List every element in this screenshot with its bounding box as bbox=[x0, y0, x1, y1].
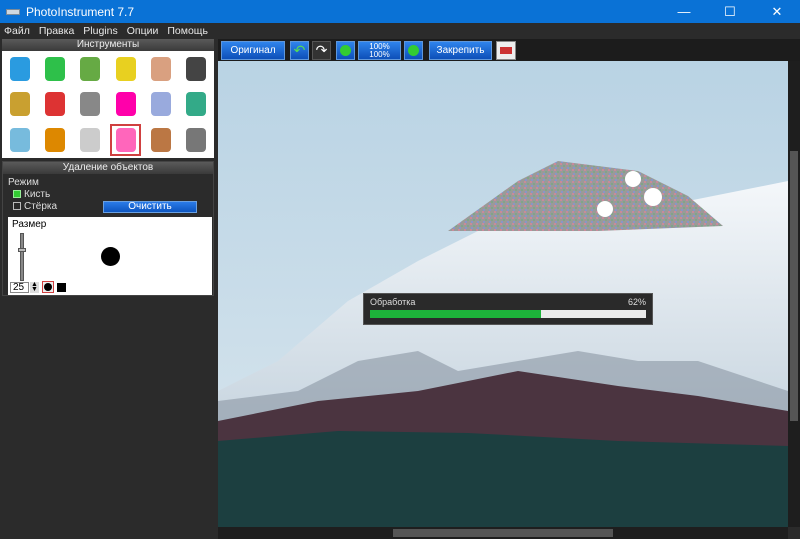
progress-fill bbox=[370, 310, 542, 318]
toolbar: Оригинал ↶ ↷ 100% 100% Закрепить bbox=[218, 39, 800, 61]
tool-eraser[interactable] bbox=[108, 122, 143, 158]
glass-icon bbox=[9, 128, 30, 153]
vertical-scroll-thumb[interactable] bbox=[790, 151, 798, 421]
menu-file[interactable]: Файл bbox=[4, 25, 30, 37]
zoom-level-bottom: 100% bbox=[369, 49, 390, 59]
clear-button[interactable]: Очистить bbox=[103, 201, 197, 213]
round-brush-button[interactable] bbox=[42, 281, 54, 293]
progress-percent: 62% bbox=[627, 297, 646, 307]
brush-preview bbox=[101, 247, 120, 266]
bottle-icon bbox=[44, 128, 65, 153]
brush-radio[interactable]: Кисть bbox=[13, 189, 50, 200]
vertical-scrollbar[interactable] bbox=[788, 61, 800, 527]
tool-cone[interactable] bbox=[37, 51, 72, 87]
tool-pencil[interactable] bbox=[73, 51, 108, 87]
left-panel: Инструменты Удаление объектов Режим Кист… bbox=[0, 39, 216, 539]
box-icon bbox=[150, 128, 171, 153]
progress-dialog: Обработка 62% bbox=[363, 293, 653, 325]
color-wheel-icon bbox=[44, 92, 65, 117]
horizontal-scrollbar[interactable] bbox=[218, 527, 788, 539]
zoom-out-button[interactable] bbox=[336, 41, 355, 60]
object-removal-panel: Удаление объектов Режим Кисть Стёрка Очи… bbox=[2, 161, 214, 296]
square-brush-button[interactable] bbox=[57, 283, 66, 292]
size-label: Размер bbox=[12, 219, 47, 230]
horizontal-scroll-thumb[interactable] bbox=[393, 529, 613, 537]
undo-icon: ↶ bbox=[293, 42, 306, 58]
menu-help[interactable]: Помощь bbox=[167, 25, 208, 37]
magnifier-plus-icon bbox=[408, 45, 419, 56]
brush-checkbox[interactable] bbox=[13, 190, 21, 199]
bulb-icon bbox=[80, 128, 101, 153]
size-spinner[interactable]: ▲ ▼ bbox=[30, 281, 39, 293]
image-canvas[interactable]: Обработка 62% bbox=[218, 61, 788, 527]
tool-gradient[interactable] bbox=[73, 87, 108, 123]
tools-grid bbox=[2, 51, 214, 158]
lines-icon bbox=[150, 92, 171, 117]
slider-thumb[interactable] bbox=[18, 248, 26, 252]
menu-bar: Файл Правка Plugins Опции Помощь bbox=[0, 23, 800, 39]
joystick-icon bbox=[186, 56, 207, 81]
text-layers-icon bbox=[186, 128, 207, 153]
eraser-icon bbox=[115, 128, 136, 153]
tool-text-layers[interactable] bbox=[179, 122, 214, 158]
window-title: PhotoInstrument 7.7 bbox=[26, 4, 135, 19]
tool-bulb[interactable] bbox=[73, 122, 108, 158]
menu-plugins[interactable]: Plugins bbox=[83, 25, 117, 37]
tool-shield[interactable] bbox=[2, 87, 37, 123]
magnifier-minus-icon bbox=[340, 45, 351, 56]
size-box: Размер 25 ▲ ▼ bbox=[8, 217, 212, 295]
size-slider[interactable] bbox=[18, 233, 26, 281]
tool-scissors[interactable] bbox=[179, 87, 214, 123]
scissors-icon bbox=[186, 92, 207, 117]
cone-icon bbox=[44, 56, 65, 81]
tool-bottle[interactable] bbox=[37, 122, 72, 158]
zoom-fit-button[interactable]: 100% 100% bbox=[358, 41, 401, 60]
redo-button[interactable]: ↷ bbox=[312, 41, 331, 60]
object-removal-title: Удаление объектов bbox=[3, 162, 213, 174]
tool-color-wheel[interactable] bbox=[37, 87, 72, 123]
close-button[interactable]: ✕ bbox=[754, 0, 800, 23]
tool-spectrum[interactable] bbox=[108, 87, 143, 123]
undo-button[interactable]: ↶ bbox=[290, 41, 309, 60]
zoom-in-button[interactable] bbox=[404, 41, 423, 60]
gradient-icon bbox=[80, 92, 101, 117]
eraser-label: Стёрка bbox=[24, 201, 58, 212]
tool-stamp[interactable] bbox=[108, 51, 143, 87]
brush-icon bbox=[150, 56, 171, 81]
tools-panel-title: Инструменты bbox=[2, 39, 214, 51]
tool-drop[interactable] bbox=[2, 51, 37, 87]
tool-glass[interactable] bbox=[2, 122, 37, 158]
menu-edit[interactable]: Правка bbox=[39, 25, 74, 37]
tool-lines[interactable] bbox=[143, 87, 178, 123]
pin-button[interactable]: Закрепить bbox=[429, 41, 492, 60]
app-icon bbox=[6, 8, 20, 15]
progress-label: Обработка bbox=[370, 297, 416, 307]
drop-icon bbox=[9, 56, 30, 81]
spectrum-icon bbox=[115, 92, 136, 117]
redo-icon: ↷ bbox=[315, 42, 328, 58]
screen-button[interactable] bbox=[496, 41, 516, 60]
shield-icon bbox=[9, 92, 30, 117]
eraser-checkbox[interactable] bbox=[13, 202, 21, 211]
minimize-button[interactable]: — bbox=[661, 0, 707, 23]
progress-track bbox=[370, 310, 646, 318]
menu-options[interactable]: Опции bbox=[127, 25, 159, 37]
tool-joystick[interactable] bbox=[179, 51, 214, 87]
eraser-radio[interactable]: Стёрка bbox=[13, 201, 57, 212]
tool-brush[interactable] bbox=[143, 51, 178, 87]
monitor-icon bbox=[500, 47, 512, 54]
title-bar: PhotoInstrument 7.7 — ☐ ✕ bbox=[0, 0, 800, 23]
maximize-button[interactable]: ☐ bbox=[707, 0, 753, 23]
size-input[interactable]: 25 bbox=[10, 282, 29, 293]
mode-label: Режим bbox=[8, 177, 39, 188]
tool-box[interactable] bbox=[143, 122, 178, 158]
pencil-icon bbox=[80, 56, 101, 81]
stamp-icon bbox=[115, 56, 136, 81]
brush-label: Кисть bbox=[24, 189, 51, 200]
original-button[interactable]: Оригинал bbox=[221, 41, 285, 60]
